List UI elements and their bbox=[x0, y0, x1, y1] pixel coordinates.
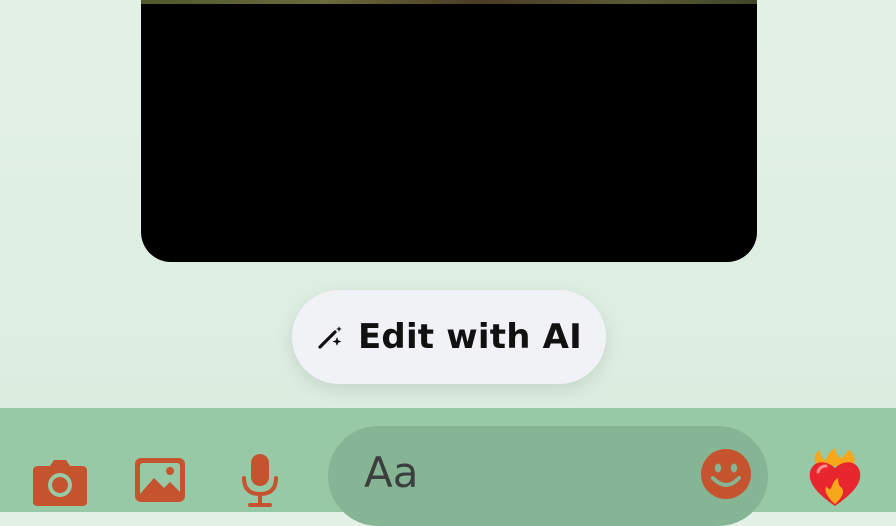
emoji-icon[interactable] bbox=[700, 448, 752, 500]
media-image-strip bbox=[141, 0, 757, 4]
camera-icon[interactable] bbox=[32, 458, 88, 506]
magic-wand-sparkle-icon bbox=[316, 323, 344, 351]
photo-gallery-icon[interactable] bbox=[134, 456, 186, 504]
heart-on-fire-icon[interactable] bbox=[806, 448, 864, 508]
microphone-icon[interactable] bbox=[238, 452, 282, 508]
edit-with-ai-label: Edit with AI bbox=[357, 317, 583, 357]
message-placeholder: Aa bbox=[364, 448, 419, 497]
media-preview[interactable] bbox=[141, 0, 757, 262]
message-input[interactable]: Aa bbox=[328, 426, 768, 526]
edit-with-ai-button[interactable]: Edit with AI bbox=[292, 290, 606, 384]
